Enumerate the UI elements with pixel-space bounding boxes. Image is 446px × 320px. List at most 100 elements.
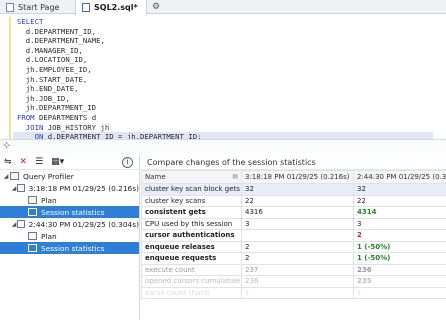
sql-text: d.MANAGER_ID, [17, 45, 83, 55]
sql-keyword: JOIN [17, 122, 44, 132]
table-row[interactable]: cursor authentications 2 [141, 229, 446, 242]
tree-label: Session statistics [41, 207, 105, 217]
sql-keyword: SELECT [17, 17, 44, 26]
stat-name-cell: execute count [141, 263, 242, 276]
run2-value-cell: 1 (-50%) [353, 240, 446, 253]
run1-value-cell [241, 229, 354, 242]
run2-value-cell: 3 [353, 217, 446, 230]
sql-file-icon [82, 3, 90, 12]
tab-start-label: Start Page [18, 2, 60, 12]
profiler-toolbar: ⇋ ✕ ☰ ▦▾ i [0, 155, 139, 170]
tree-leaf-node[interactable]: Session statistics [0, 206, 139, 218]
code-line[interactable]: jh.END_DATE, [17, 84, 442, 94]
tree-leaf-node[interactable]: Plan [0, 194, 139, 206]
table-row[interactable]: enqueue releases 2 1 (-50%) [141, 240, 446, 253]
grid-dropdown-icon[interactable]: ▦▾ [51, 156, 64, 168]
run2-value-cell: 1 [353, 286, 446, 299]
sql-text: d.DEPARTMENT_ID, [17, 26, 97, 36]
tree-label: 3:18:18 PM 01/29/25 (0.216s) [28, 183, 139, 193]
code-line[interactable]: SELECT [17, 17, 442, 27]
sql-keyword: FROM [17, 112, 35, 122]
table-row[interactable]: cluster key scan block gets 32 32 [141, 183, 446, 196]
tree-label: Plan [41, 231, 57, 241]
column-header-run1[interactable]: 3:18:18 PM 01/29/25 (0.216s) [241, 170, 354, 184]
tree-label: Session statistics [41, 243, 105, 253]
code-line[interactable]: jh.JOB_ID, [17, 94, 442, 104]
stat-name-cell: cursor authentications [141, 229, 242, 242]
run1-value-cell: 22 [241, 194, 354, 207]
delete-icon[interactable]: ✕ [20, 156, 28, 168]
tab-bar: Start Page SQL2.sql* ⚙ [0, 0, 446, 15]
table-row[interactable]: CPU used by this session 3 3 [141, 217, 446, 230]
code-line[interactable]: jh.START_DATE, [17, 75, 442, 85]
code-line[interactable]: d.LOCATION_ID, [17, 55, 442, 65]
tree-run-node[interactable]: ◢ 2:44:30 PM 01/29/25 (0.304s) [0, 218, 139, 230]
tree-label: Plan [41, 195, 57, 205]
tree-leaf-node[interactable]: Session statistics [0, 242, 139, 254]
list-icon[interactable]: ☰ [35, 156, 43, 168]
run1-value-cell: 32 [241, 183, 354, 196]
column-header-name[interactable]: Name ▤ [141, 170, 242, 184]
statistics-table: Name ▤ 3:18:18 PM 01/29/25 (0.216s) 2:44:… [141, 170, 446, 299]
code-line[interactable]: jh.EMPLOYEE_ID, [17, 65, 442, 75]
code-line[interactable]: jh.DEPARTMENT_ID [17, 103, 442, 113]
run1-value-cell: 2 [241, 252, 354, 265]
table-row[interactable]: consistent gets 4316 4314 [141, 206, 446, 219]
code-line[interactable]: d.MANAGER_ID, [17, 46, 442, 56]
column-header-run2[interactable]: 2:44:30 PM 01/29/25 (0.304s) [353, 170, 446, 184]
stat-name-cell: enqueue requests [141, 252, 242, 265]
stat-name-cell: CPU used by this session [141, 217, 242, 230]
plan-icon [28, 232, 37, 240]
stat-name-cell: cluster key scan block gets [141, 183, 242, 196]
stat-name-cell: parse count (hard) [141, 286, 242, 299]
tab-start-page[interactable]: Start Page [0, 0, 74, 14]
code-line[interactable]: d.DEPARTMENT_ID, [17, 27, 442, 37]
profiler-tree: ◢ Query Profiler ◢ 3:18:18 PM 01/29/25 (0.2… [0, 170, 139, 254]
run2-value-cell: 32 [353, 183, 446, 196]
sql-text: jh.JOB_ID, [17, 93, 70, 103]
gear-icon[interactable]: ⚙ [150, 1, 162, 13]
sql-text: DEPARTMENTS d [34, 112, 97, 122]
run2-value-cell: 2 [353, 229, 446, 242]
table-row[interactable]: enqueue requests 2 1 (-50%) [141, 252, 446, 265]
run2-value-cell: 235 [353, 275, 446, 288]
expand-arrow-icon[interactable]: ◢ [2, 173, 10, 180]
run1-value-cell: 4316 [241, 206, 354, 219]
sql-text: d.DEPARTMENT_NAME, [17, 36, 105, 46]
info-icon[interactable]: i [122, 156, 133, 168]
run2-value-cell: 4314 [353, 206, 446, 219]
table-row[interactable]: execute count 237 236 [141, 263, 446, 276]
sql-text: jh.EMPLOYEE_ID, [17, 64, 92, 74]
table-row[interactable]: parse count (hard) 1 1 [141, 286, 446, 299]
statistics-pane: Compare changes of the session statistic… [141, 155, 446, 320]
tab-sql2[interactable]: SQL2.sql* [75, 0, 147, 15]
tree-run-node[interactable]: ◢ 3:18:18 PM 01/29/25 (0.216s) [0, 182, 139, 194]
table-row[interactable]: cluster key scans 22 22 [141, 194, 446, 207]
stat-name-cell: opened cursors cumulative [141, 275, 242, 288]
sql-text: jh.DEPARTMENT_ID [17, 103, 97, 113]
run1-value-cell: 3 [241, 217, 354, 230]
compare-icon[interactable]: ⇋ [4, 156, 12, 168]
table-row[interactable]: opened cursors cumulative 236 235 [141, 275, 446, 288]
profiler-icon [17, 184, 25, 192]
table-header-row: Name ▤ 3:18:18 PM 01/29/25 (0.216s) 2:44:… [141, 170, 446, 184]
sql-text: jh.START_DATE, [17, 74, 88, 84]
code-line[interactable]: JOIN JOB_HISTORY jh [17, 123, 442, 133]
tree-label: 2:44:30 PM 01/29/25 (0.304s) [28, 219, 139, 229]
table-icon [28, 208, 37, 216]
plan-icon [28, 196, 37, 204]
sql-editor[interactable]: SELECT d.DEPARTMENT_ID, d.DEPARTMENT_NAM… [0, 15, 446, 147]
run1-value-cell: 236 [241, 275, 354, 288]
tree-root[interactable]: ◢ Query Profiler [0, 170, 139, 182]
profiler-icon [10, 172, 19, 180]
tree-leaf-node[interactable]: Plan [0, 230, 139, 242]
code-area[interactable]: SELECT d.DEPARTMENT_ID, d.DEPARTMENT_NAM… [13, 17, 442, 142]
code-line[interactable]: d.DEPARTMENT_NAME, [17, 36, 442, 46]
sort-icon[interactable]: ▤ [232, 173, 238, 180]
split-icon: ⊹ [3, 141, 11, 151]
statistics-title: Compare changes of the session statistic… [141, 155, 446, 170]
code-line[interactable]: FROM DEPARTMENTS d [17, 113, 442, 123]
panel-splitter[interactable]: ⊹ [0, 139, 446, 153]
tab-sql-label: SQL2.sql* [94, 3, 138, 12]
sql-text: d.LOCATION_ID, [17, 55, 88, 65]
